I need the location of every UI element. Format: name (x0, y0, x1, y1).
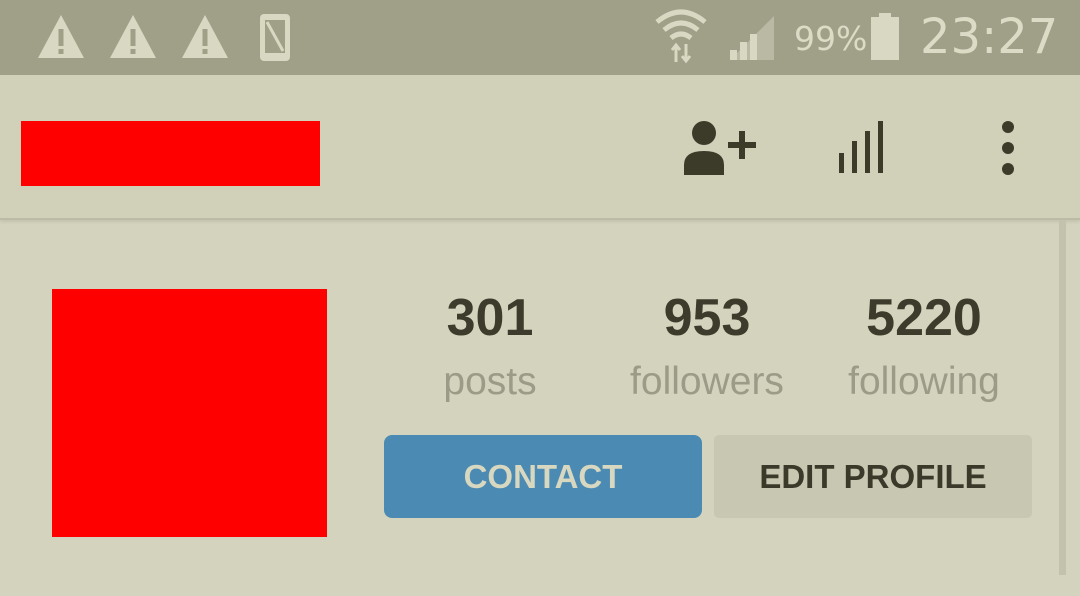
clock: 23:27 (920, 9, 1059, 65)
edit-profile-button[interactable]: EDIT PROFILE (714, 435, 1032, 518)
warning-icon (182, 15, 228, 58)
bar-chart-icon[interactable] (836, 119, 892, 175)
battery-icon (871, 13, 899, 60)
posts-count: 301 (446, 289, 534, 347)
more-vert-icon[interactable] (996, 119, 1020, 177)
warning-icon (38, 15, 84, 58)
status-bar: 99% 23:27 (0, 0, 1080, 75)
phone-icon (260, 14, 290, 61)
battery-percentage: 99% (794, 19, 868, 58)
signal-icon (730, 16, 774, 60)
redacted-title (21, 121, 320, 186)
followers-count: 953 (663, 289, 751, 347)
warning-icon (110, 15, 156, 58)
following-stat[interactable]: 5220 following (814, 286, 1034, 414)
add-person-icon[interactable] (682, 119, 758, 177)
wifi-icon (655, 9, 707, 64)
followers-stat[interactable]: 953 followers (597, 286, 817, 414)
following-label: following (848, 360, 1000, 403)
profile-header: 301 posts 953 followers 5220 following C… (0, 220, 1080, 596)
scrollbar[interactable] (1059, 220, 1066, 575)
posts-stat[interactable]: 301 posts (380, 286, 600, 414)
following-count: 5220 (866, 289, 982, 347)
followers-label: followers (630, 360, 784, 403)
app-bar (0, 75, 1080, 220)
contact-button[interactable]: CONTACT (384, 435, 702, 518)
posts-label: posts (443, 360, 537, 403)
redacted-avatar[interactable] (52, 289, 327, 537)
